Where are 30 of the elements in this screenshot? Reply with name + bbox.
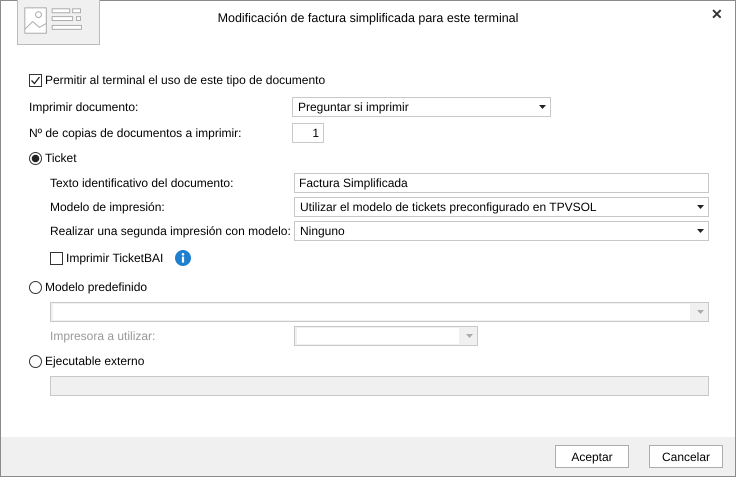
window-logo-icon	[17, 0, 100, 45]
field-label: Impresora a utilizar:	[50, 328, 156, 345]
dropdown[interactable]: Preguntar si imprimir	[292, 97, 551, 117]
field-label: Nº de copias de documentos a imprimir:	[29, 125, 242, 142]
field-label: Texto identificativo del documento:	[50, 175, 234, 192]
caret-icon[interactable]	[696, 229, 704, 233]
checkbox[interactable]	[50, 252, 63, 264]
field-label: Imprimir documento:	[29, 99, 140, 116]
radio-button[interactable]	[29, 280, 42, 294]
field-label: Modelo de impresión:	[50, 199, 166, 216]
dropdown[interactable]: Utilizar el modelo de tickets preconfigurado en TPVSOL	[294, 197, 709, 217]
radio-label[interactable]: Modelo predefinido	[45, 278, 148, 296]
info-icon	[175, 250, 192, 266]
radio-label[interactable]: Ticket	[45, 149, 77, 167]
radio-button[interactable]	[29, 152, 42, 164]
dialog-button[interactable]: Aceptar	[555, 445, 629, 468]
field-label: Realizar una segunda impresión con modelo:	[50, 223, 292, 240]
caret-icon[interactable]	[696, 205, 704, 209]
caret-icon[interactable]	[538, 105, 546, 109]
checkbox[interactable]	[29, 74, 42, 86]
dialog-button[interactable]: Cancelar	[649, 445, 723, 468]
dropdown[interactable]: Ninguno	[294, 221, 709, 241]
text-field[interactable]: Factura Simplificada	[294, 173, 709, 193]
number-field[interactable]: 1	[292, 123, 324, 143]
checkbox-label[interactable]: Imprimir TicketBAI	[66, 249, 164, 267]
radio-label[interactable]: Ejecutable externo	[45, 352, 144, 370]
radio-button[interactable]	[29, 354, 42, 368]
close-button[interactable]: ✕	[707, 4, 727, 25]
checkbox-label[interactable]: Permitir al terminal el uso de este tipo de documento	[45, 71, 326, 89]
window-title: Modificación de factura simplificada para este terminal	[218, 11, 518, 25]
